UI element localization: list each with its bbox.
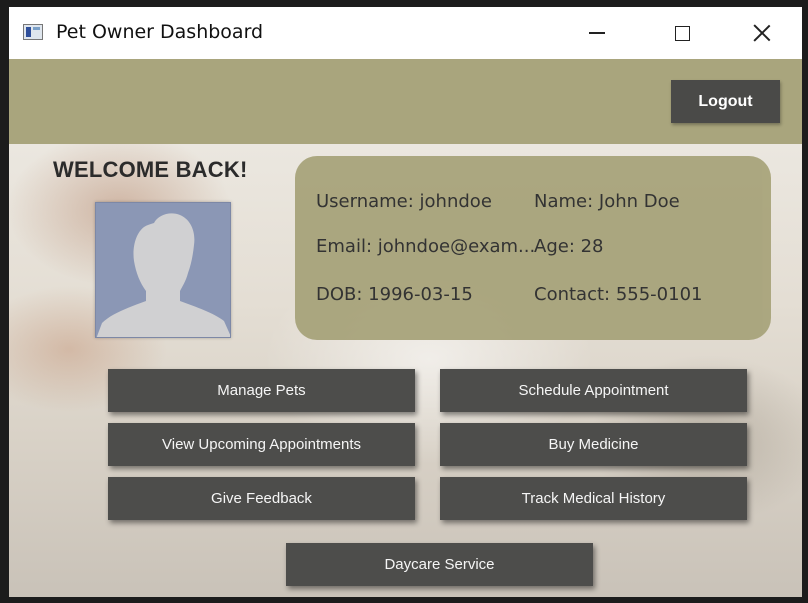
profile-info-card: Username: johndoe Name: John Doe Email: … [295, 156, 771, 340]
daycare-service-button[interactable]: Daycare Service [286, 543, 593, 586]
app-icon [23, 24, 43, 40]
give-feedback-button[interactable]: Give Feedback [108, 477, 415, 520]
app-window: Pet Owner Dashboard Logout WELCOME BACK!… [9, 7, 802, 597]
email-text: Email: johndoe@exam... [316, 236, 536, 257]
name-text: Name: John Doe [534, 191, 680, 212]
buy-medicine-button[interactable]: Buy Medicine [440, 423, 747, 466]
track-medical-history-button[interactable]: Track Medical History [440, 477, 747, 520]
view-upcoming-appointments-button[interactable]: View Upcoming Appointments [108, 423, 415, 466]
window-title: Pet Owner Dashboard [56, 21, 264, 43]
welcome-heading: WELCOME BACK! [53, 157, 248, 182]
title-bar: Pet Owner Dashboard [9, 7, 802, 59]
user-silhouette-icon [96, 213, 230, 337]
manage-pets-button[interactable]: Manage Pets [108, 369, 415, 412]
close-icon [753, 24, 771, 42]
age-text: Age: 28 [534, 236, 604, 257]
contact-text: Contact: 555-0101 [534, 284, 703, 305]
minimize-button[interactable] [569, 7, 625, 59]
header-bar: Logout [9, 59, 802, 144]
schedule-appointment-button[interactable]: Schedule Appointment [440, 369, 747, 412]
maximize-button[interactable] [654, 7, 710, 59]
close-button[interactable] [734, 7, 790, 59]
maximize-icon [674, 25, 690, 41]
username-text: Username: johndoe [316, 191, 492, 212]
logout-button[interactable]: Logout [671, 80, 780, 123]
avatar [95, 202, 231, 338]
minimize-icon [589, 32, 605, 34]
dob-text: DOB: 1996-03-15 [316, 284, 473, 305]
dashboard-content: Logout WELCOME BACK! Username: johndoe N… [9, 59, 802, 597]
